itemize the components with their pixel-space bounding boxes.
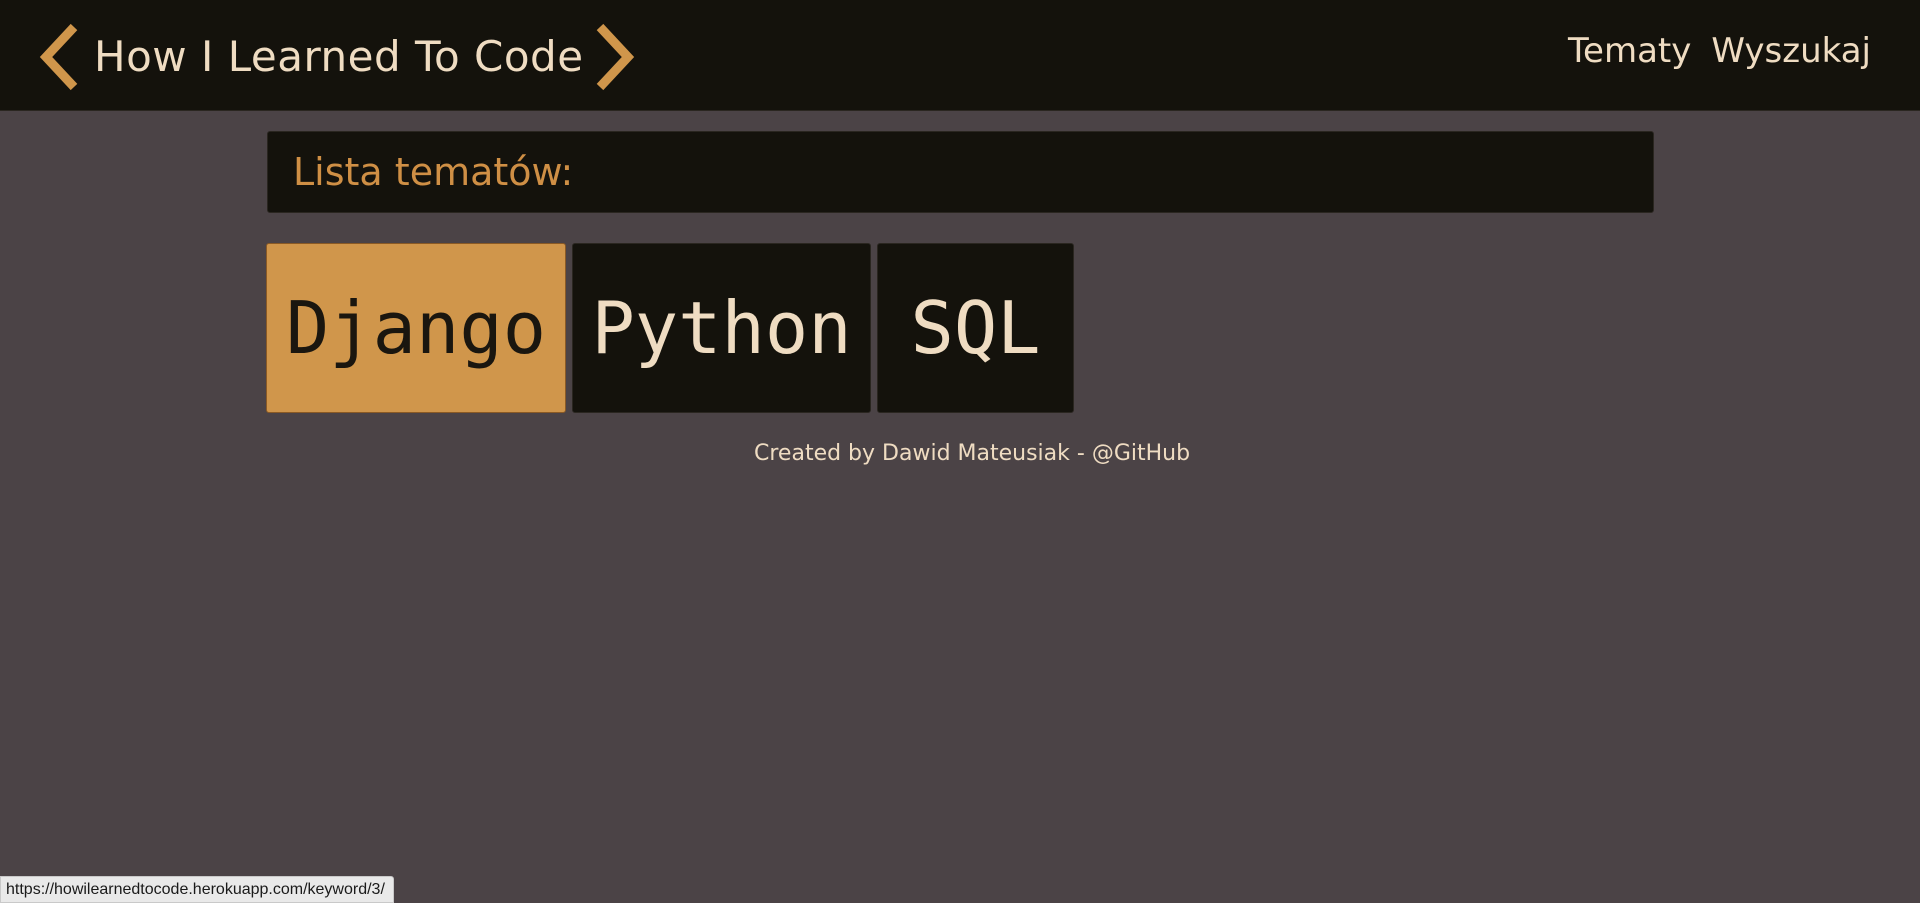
site-header: How I Learned To Code Tematy Wyszukaj xyxy=(0,0,1920,111)
chevron-left-icon xyxy=(39,23,78,91)
topic-list-heading: Lista tematów: xyxy=(293,150,574,194)
topic-list-header: Lista tematów: xyxy=(267,131,1654,213)
topic-tile-django[interactable]: Django xyxy=(266,243,566,413)
topic-tile-python[interactable]: Python xyxy=(572,243,871,413)
footer-credit: Created by Dawid Mateusiak - xyxy=(754,441,1092,466)
nav-link-wyszukaj[interactable]: Wyszukaj xyxy=(1711,34,1871,68)
browser-status-bar: https://howilearnedtocode.herokuapp.com/… xyxy=(0,876,394,903)
footer: Created by Dawid Mateusiak - @GitHub xyxy=(754,443,1190,465)
chevron-right-icon xyxy=(596,23,634,91)
status-url: https://howilearnedtocode.herokuapp.com/… xyxy=(6,880,385,898)
site-title: How I Learned To Code xyxy=(94,32,584,81)
main-nav: Tematy Wyszukaj xyxy=(1568,34,1871,68)
topic-tile-sql[interactable]: SQL xyxy=(877,243,1074,413)
brand-home-link[interactable]: How I Learned To Code xyxy=(38,22,636,92)
nav-link-tematy[interactable]: Tematy xyxy=(1568,34,1691,68)
topic-tiles: Django Python SQL xyxy=(266,243,1074,413)
github-link[interactable]: @GitHub xyxy=(1092,441,1190,466)
